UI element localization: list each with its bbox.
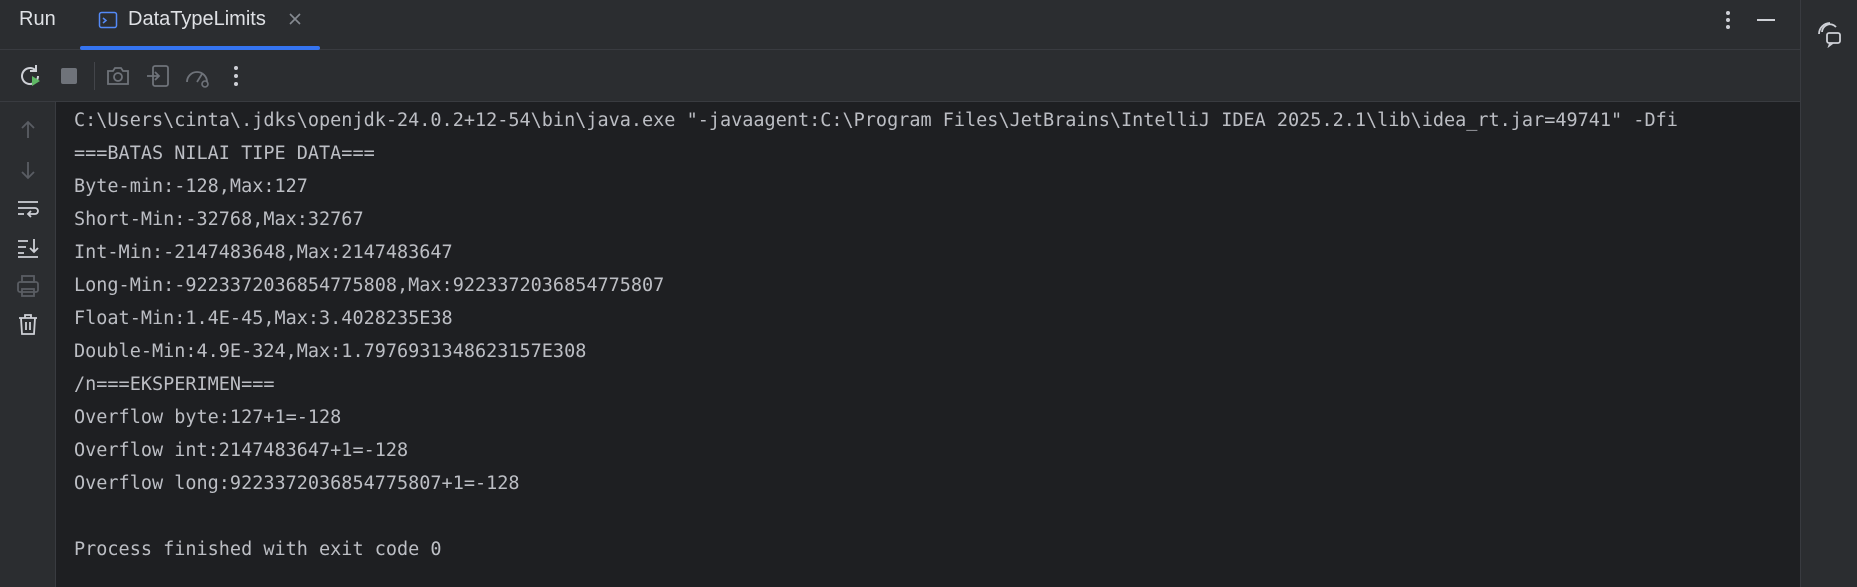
console-side-toolbar (0, 102, 56, 587)
console-line: Overflow long:9223372036854775807+1=-128 (74, 473, 520, 494)
console-line: Long-Min:-9223372036854775808,Max:922337… (74, 275, 665, 296)
right-tool-strip (1800, 0, 1857, 587)
stop-icon[interactable] (55, 62, 83, 90)
console-line: Int-Min:-2147483648,Max:2147483647 (74, 242, 453, 263)
console-line: C:\Users\cinta\.jdks\openjdk-24.0.2+12-5… (74, 110, 1678, 131)
console-line: Double-Min:4.9E-324,Max:1.79769313486231… (74, 341, 587, 362)
tab-datatypelimits[interactable]: DataTypeLimits (80, 0, 320, 50)
profiler-icon[interactable] (183, 62, 211, 90)
console-line: Process finished with exit code 0 (74, 539, 442, 560)
console-line: Overflow int:2147483647+1=-128 (74, 440, 409, 461)
scroll-to-end-icon[interactable] (14, 233, 42, 261)
console-line: Float-Min:1.4E-45,Max:3.4028235E38 (74, 308, 453, 329)
console-line: Overflow byte:127+1=-128 (74, 407, 342, 428)
close-icon[interactable] (286, 10, 304, 32)
run-toolbar (0, 50, 1800, 102)
more-vertical-icon[interactable] (222, 62, 250, 90)
screenshot-icon[interactable] (104, 62, 132, 90)
rerun-icon[interactable] (16, 62, 44, 90)
toolbar-separator (94, 62, 95, 90)
restore-layout-icon[interactable] (144, 62, 172, 90)
arrow-down-icon[interactable] (14, 156, 42, 184)
minimize-icon[interactable] (1754, 8, 1778, 36)
run-tool-window: Run DataTypeLimits C:\Users\cinta\.jdks\… (0, 0, 1800, 587)
console-line: ===BATAS NILAI TIPE DATA=== (74, 143, 375, 164)
print-icon[interactable] (14, 272, 42, 300)
arrow-up-icon[interactable] (14, 116, 42, 144)
console-tab-icon (98, 10, 118, 34)
more-vertical-icon[interactable] (1716, 8, 1740, 36)
console-line: Byte-min:-128,Max:127 (74, 176, 308, 197)
console-output[interactable]: C:\Users\cinta\.jdks\openjdk-24.0.2+12-5… (74, 104, 1800, 587)
ai-assistant-icon[interactable] (1816, 20, 1844, 49)
tab-label: DataTypeLimits (128, 8, 266, 30)
console-line: Short-Min:-32768,Max:32767 (74, 209, 364, 230)
tool-window-title: Run (19, 8, 56, 30)
trash-icon[interactable] (14, 310, 42, 338)
soft-wrap-icon[interactable] (14, 194, 42, 222)
console-line: /n===EKSPERIMEN=== (74, 374, 275, 395)
tool-window-header: Run DataTypeLimits (0, 0, 1800, 50)
